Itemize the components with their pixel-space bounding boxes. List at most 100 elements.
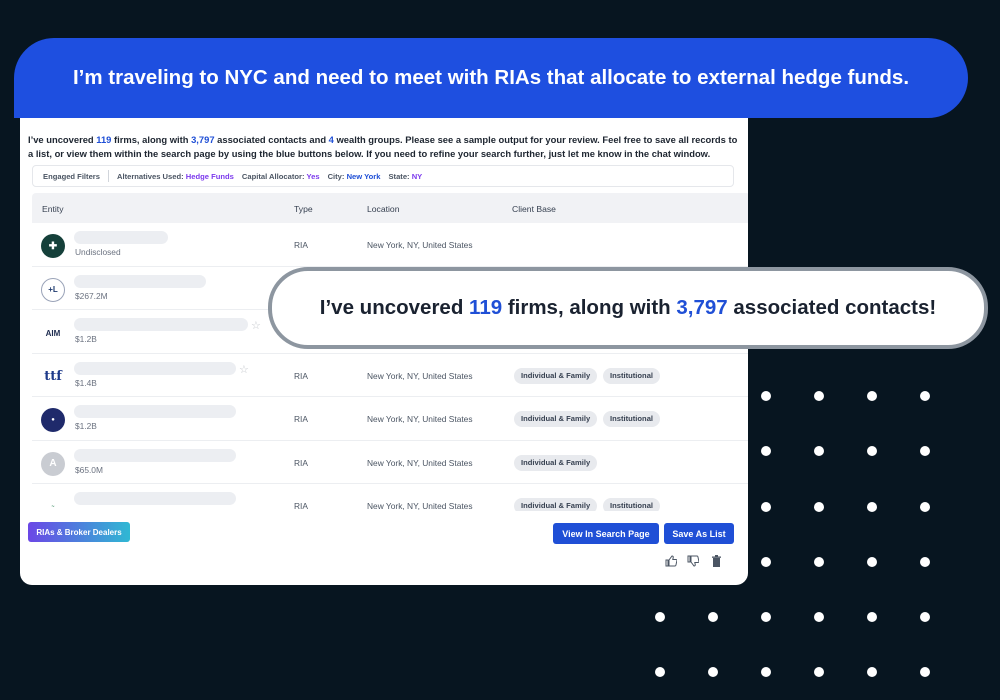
client-tag: Institutional	[603, 498, 661, 511]
filter-alternatives: Alternatives Used: Hedge Funds	[116, 171, 234, 181]
firm-logo: ttf	[41, 364, 65, 389]
callout-text: I’ve uncovered 119 firms, along with 3,7…	[319, 296, 937, 319]
table-row[interactable]: ~ RIA New York, NY, United States Indivi…	[32, 484, 748, 511]
decorative-dot	[920, 667, 930, 677]
client-tag: Individual & Family	[514, 367, 598, 384]
table-row[interactable]: ✚ Undisclosed RIA New York, NY, United S…	[32, 223, 748, 267]
client-tag: Institutional	[603, 411, 661, 427]
decorative-dot	[655, 667, 665, 677]
decorative-dot	[920, 502, 930, 512]
decorative-dot	[761, 667, 771, 677]
firm-logo: ✚	[41, 234, 65, 258]
table-row[interactable]: ● $1.2B RIA New York, NY, United States …	[32, 397, 748, 441]
star-icon[interactable]: ☆	[251, 319, 261, 332]
decorative-dot	[814, 502, 824, 512]
decorative-dot	[867, 612, 877, 622]
thumbs-up-icon[interactable]	[665, 555, 678, 570]
decorative-dot	[655, 612, 665, 622]
user-query-bubble: I’m traveling to NYC and need to meet wi…	[14, 38, 968, 118]
filters-label: Engaged Filters	[43, 171, 100, 181]
firm-logo: ~	[41, 495, 65, 511]
decorative-dot	[867, 446, 877, 456]
filter-capital-allocator: Capital Allocator: Yes	[241, 171, 320, 181]
entity-location: New York, NY, United States	[367, 501, 473, 511]
decorative-dot	[761, 446, 771, 456]
table-row[interactable]: A $65.0M RIA New York, NY, United States…	[32, 441, 748, 484]
callout-contacts-count: 3,797	[676, 296, 728, 319]
entity-aum: $1.2B	[75, 334, 97, 344]
entity-location: New York, NY, United States	[367, 370, 473, 381]
entity-name-redacted	[74, 492, 236, 505]
decorative-dot	[814, 391, 824, 401]
entity-name-redacted	[74, 318, 248, 331]
decorative-dot	[867, 557, 877, 567]
entity-location: New York, NY, United States	[367, 457, 473, 468]
decorative-dot	[867, 391, 877, 401]
decorative-dot	[920, 612, 930, 622]
decorative-dot	[814, 557, 824, 567]
decorative-dot	[761, 391, 771, 401]
decorative-dot	[761, 612, 771, 622]
entity-name-redacted	[74, 231, 168, 244]
entity-aum: $267.2M	[75, 290, 108, 301]
decorative-dot	[920, 557, 930, 567]
header-location: Location	[367, 204, 400, 214]
firm-logo: AIM	[41, 321, 65, 345]
header-type: Type	[294, 204, 313, 214]
entity-aum: $65.0M	[75, 464, 103, 475]
table-row[interactable]: ttf ☆ $1.4B RIA New York, NY, United Sta…	[32, 354, 748, 397]
entity-name-redacted	[74, 274, 206, 288]
entity-type: RIA	[294, 457, 308, 468]
decorative-dot	[867, 667, 877, 677]
entity-name-redacted	[74, 405, 236, 418]
header-client-base: Client Base	[512, 204, 556, 214]
decorative-dot	[814, 612, 824, 622]
user-query-text: I’m traveling to NYC and need to meet wi…	[72, 66, 910, 89]
decorative-dot	[814, 667, 824, 677]
firm-logo-placeholder: A	[41, 451, 65, 476]
results-table: Entity Type Location Client Base ✚ Undis…	[32, 193, 748, 511]
table-header: Entity Type Location Client Base	[32, 193, 748, 223]
star-icon[interactable]: ☆	[239, 363, 249, 376]
entity-name-redacted	[74, 448, 236, 462]
decorative-dot	[761, 502, 771, 512]
engaged-filters-bar: Engaged Filters Alternatives Used: Hedge…	[32, 165, 734, 187]
response-intro-text: I’ve uncovered 119 firms, along with 3,7…	[28, 134, 738, 159]
highlight-callout: I’ve uncovered 119 firms, along with 3,7…	[268, 267, 988, 349]
entity-location: New York, NY, United States	[367, 240, 473, 250]
decorative-dot	[708, 612, 718, 622]
trash-icon[interactable]	[711, 555, 722, 570]
rias-broker-dealers-button[interactable]: RIAs & Broker Dealers	[28, 522, 130, 542]
entity-aum: Undisclosed	[75, 247, 121, 257]
client-tag: Institutional	[603, 367, 661, 384]
callout-firms-count: 119	[469, 296, 503, 319]
client-tag: Individual & Family	[514, 498, 598, 511]
entity-type: RIA	[294, 501, 308, 511]
firms-count: 119	[96, 134, 112, 145]
decorative-dot	[920, 391, 930, 401]
firm-logo: ●	[41, 408, 65, 432]
entity-aum: $1.2B	[75, 421, 97, 431]
entity-location: New York, NY, United States	[367, 414, 473, 424]
firm-logo: +L	[41, 277, 65, 302]
client-tag: Individual & Family	[514, 454, 598, 471]
decorative-dot	[814, 446, 824, 456]
decorative-dot	[867, 502, 877, 512]
entity-type: RIA	[294, 240, 308, 250]
filter-divider	[107, 170, 109, 182]
decorative-dot	[708, 667, 718, 677]
entity-type: RIA	[294, 414, 308, 424]
entity-aum: $1.4B	[75, 377, 97, 388]
contacts-count: 3,797	[191, 134, 215, 145]
decorative-dot	[920, 446, 930, 456]
header-entity: Entity	[42, 204, 64, 214]
entity-name-redacted	[74, 361, 236, 375]
client-tag: Individual & Family	[514, 411, 598, 427]
view-in-search-page-button[interactable]: View In Search Page	[553, 523, 659, 544]
thumbs-down-icon[interactable]	[687, 555, 700, 570]
entity-type: RIA	[294, 370, 308, 381]
decorative-dot	[761, 557, 771, 567]
save-as-list-button[interactable]: Save As List	[664, 523, 734, 544]
filter-city: City: New York	[327, 171, 381, 181]
filter-state: State: NY	[388, 171, 423, 181]
